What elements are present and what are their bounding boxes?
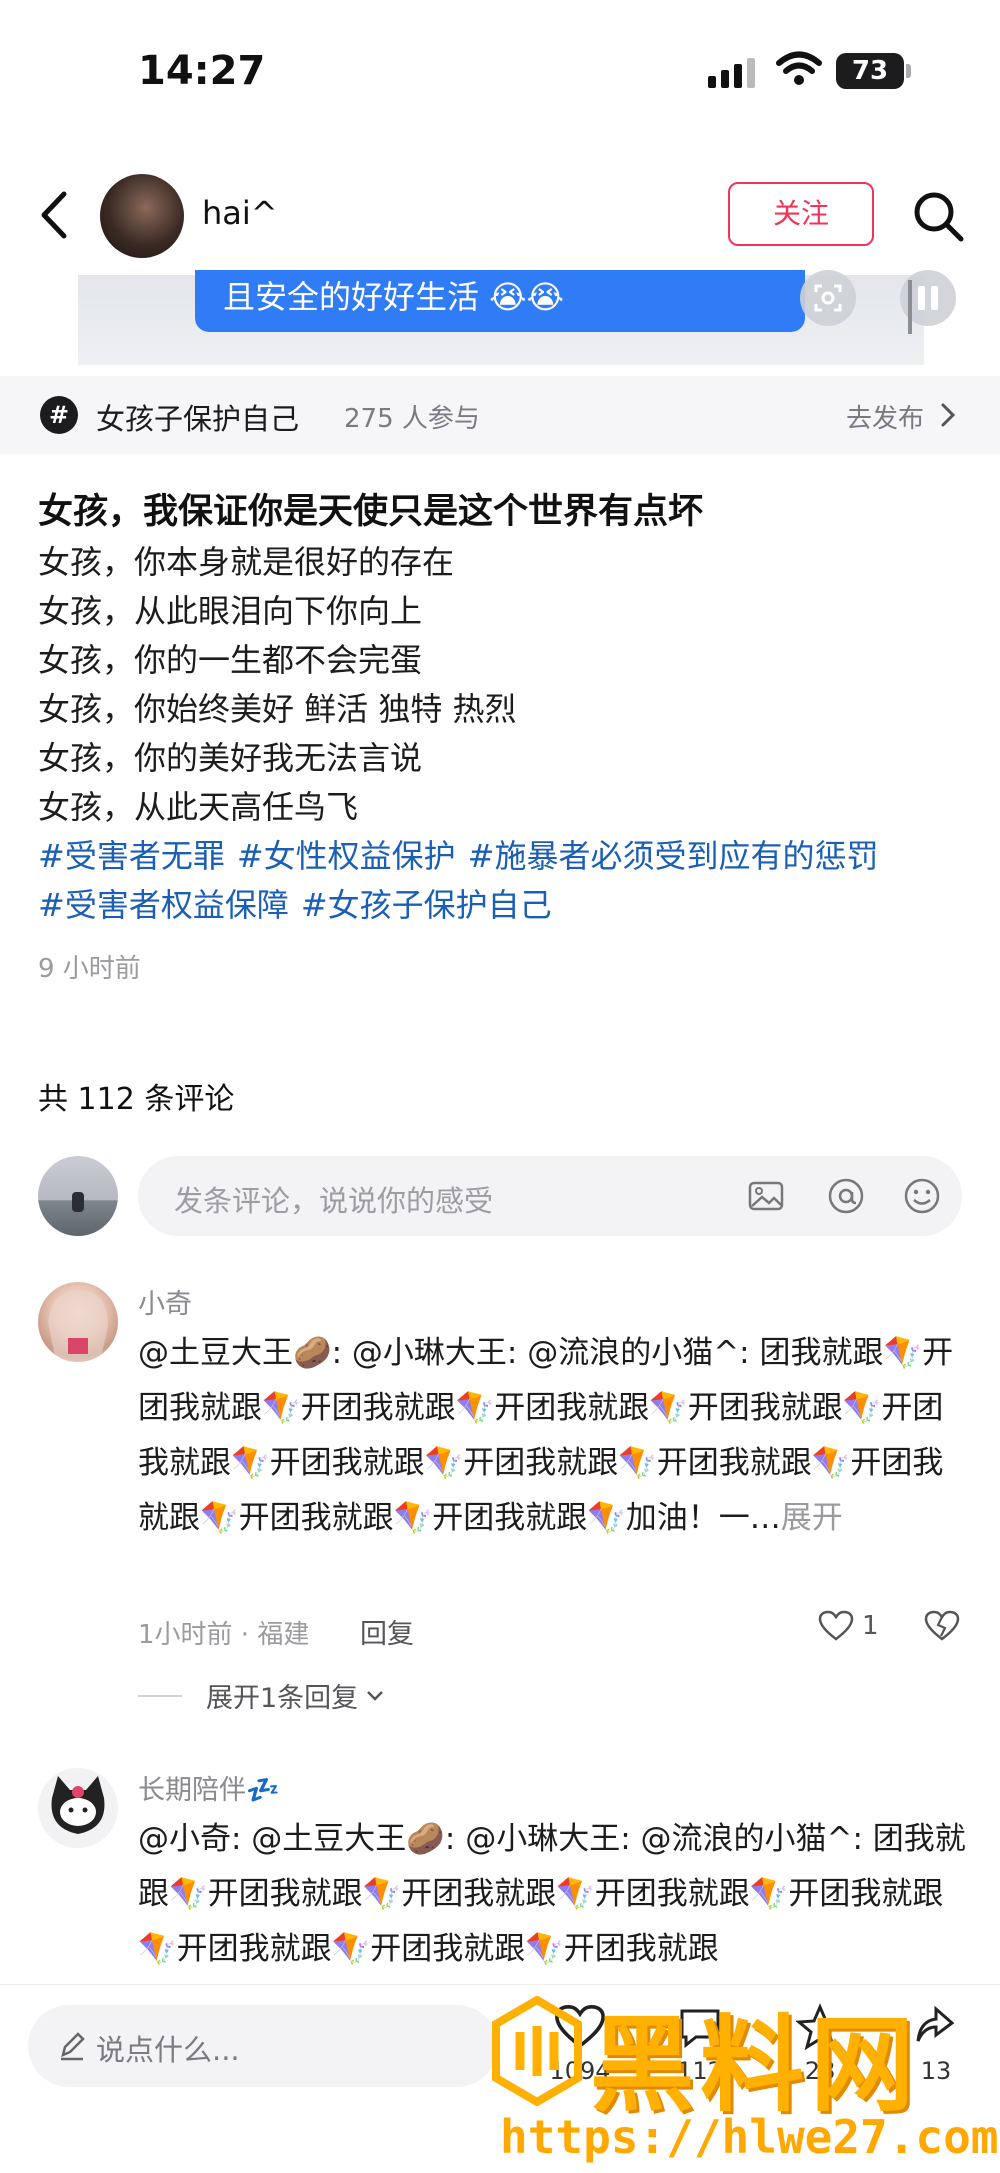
chevron-down-icon	[367, 1690, 384, 1701]
commenter-name[interactable]: 小奇	[138, 1282, 192, 1321]
topic-bar[interactable]: # 女孩子保护自己 275 人参与 去发布	[0, 376, 1000, 454]
author-username[interactable]: hai^	[202, 194, 278, 232]
status-bar: 14:27 73	[0, 0, 1000, 150]
post-line: 女孩，从此天高任鸟飞	[38, 788, 359, 826]
hashtag-link[interactable]: #施暴者必须受到应有的惩罚	[468, 837, 879, 875]
expand-replies-label: 展开1条回复	[206, 1683, 359, 1714]
commenter-name[interactable]: 长期陪伴💤	[138, 1768, 280, 1807]
post-body: 女孩，我保证你是天使只是这个世界有点坏 女孩，你本身就是很好的存在 女孩，从此眼…	[38, 486, 968, 985]
post-timestamp: 9 小时前	[38, 954, 141, 984]
emoji-icon[interactable]	[902, 1176, 942, 1216]
post-line: 女孩，你本身就是很好的存在	[38, 543, 455, 581]
comment-content: @小奇: @土豆大王🥔: @小琳大王: @流浪的小猫^: 团我就跟🪁开团我就跟🪁…	[138, 1821, 966, 1967]
say-something-input[interactable]: 说点什么...	[28, 2005, 498, 2087]
post-line: 女孩，你的美好我无法言说	[38, 739, 423, 777]
topic-name[interactable]: 女孩子保护自己	[96, 396, 299, 438]
post-header: hai^ 关注	[0, 160, 1000, 270]
my-avatar	[38, 1156, 118, 1236]
comment-like-button[interactable]: 1	[818, 1610, 879, 1642]
hashtag-link[interactable]: #女孩子保护自己	[301, 886, 552, 924]
dislike-icon[interactable]	[924, 1610, 960, 1642]
pencil-icon	[61, 2032, 85, 2061]
scan-icon[interactable]	[800, 270, 856, 326]
hashtag-list: #受害者无罪 #女性权益保护 #施暴者必须受到应有的惩罚 #受害者权益保障 #女孩子保…	[38, 832, 968, 930]
battery-tip	[906, 64, 911, 78]
battery-indicator: 73	[836, 53, 904, 89]
hashtag-link[interactable]: #受害者无罪	[38, 837, 225, 875]
chat-bubble-text: 且安全的好好生活 😭😭	[195, 270, 805, 332]
status-time: 14:27	[138, 48, 266, 94]
commenter-avatar[interactable]	[38, 1282, 118, 1362]
search-icon[interactable]	[910, 188, 966, 244]
comment-text: @土豆大王🥔: @小琳大王: @流浪的小猫^: 团我就跟🪁开团我就跟🪁开团我就跟…	[138, 1326, 973, 1546]
post-line: 女孩，你始终美好 鲜活 独特 热烈	[38, 690, 517, 728]
comment-input-placeholder: 发条评论，说说你的感受	[174, 1184, 494, 1218]
divider-line	[138, 1694, 182, 1697]
watermark-text: 黑料网	[590, 2004, 921, 2126]
comment-like-count: 1	[862, 1611, 879, 1641]
hashtag-link[interactable]: #受害者权益保障	[38, 886, 289, 924]
expand-replies-button[interactable]: 展开1条回复	[138, 1676, 386, 1715]
back-icon[interactable]	[34, 188, 74, 242]
follow-button[interactable]: 关注	[728, 182, 874, 246]
comment-text: @小奇: @土豆大王🥔: @小琳大王: @流浪的小猫^: 团我就跟🪁开团我就跟🪁…	[138, 1812, 973, 1977]
hashtag-link[interactable]: #女性权益保护	[237, 837, 456, 875]
commenter-avatar[interactable]	[38, 1768, 118, 1848]
image-icon[interactable]	[746, 1176, 786, 1216]
comments-count: 共 112 条评论	[38, 1082, 235, 1117]
comment-meta: 1小时前 · 福建	[138, 1620, 310, 1650]
reply-button[interactable]: 回复	[360, 1612, 414, 1651]
post-title: 女孩，我保证你是天使只是这个世界有点坏	[38, 492, 704, 532]
say-something-placeholder: 说点什么...	[96, 2033, 240, 2067]
post-line: 女孩，从此眼泪向下你向上	[38, 592, 423, 630]
chevron-right-icon[interactable]	[940, 402, 956, 428]
hashtag-icon: #	[40, 396, 78, 434]
author-avatar[interactable]	[100, 174, 184, 258]
watermark-logo-icon	[492, 1996, 582, 2106]
at-mention-icon[interactable]	[826, 1176, 866, 1216]
cellular-signal-icon	[708, 58, 755, 88]
heart-icon	[818, 1610, 854, 1641]
watermark-url: https://hlwe27.com	[500, 2110, 999, 2164]
media-progress-marker	[908, 280, 912, 334]
go-publish-link[interactable]: 去发布	[846, 398, 924, 435]
expand-comment-link[interactable]: 展开	[781, 1500, 843, 1536]
wifi-icon	[776, 51, 822, 85]
comment-input[interactable]: 发条评论，说说你的感受	[138, 1156, 962, 1236]
post-line: 女孩，你的一生都不会完蛋	[38, 641, 423, 679]
topic-participants: 275 人参与	[344, 404, 480, 434]
